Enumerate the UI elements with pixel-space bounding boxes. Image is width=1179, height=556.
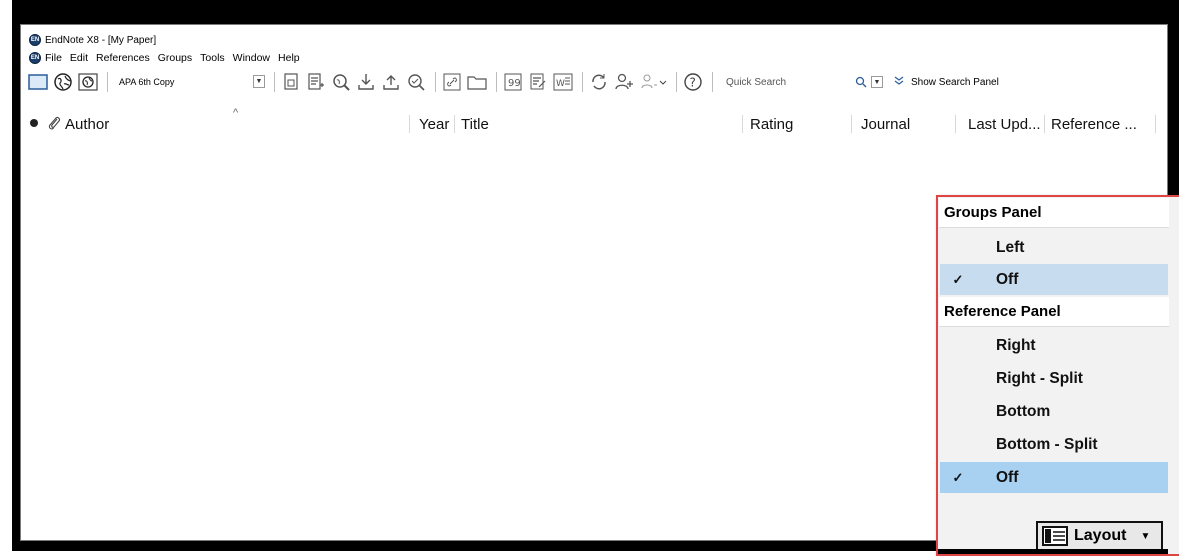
column-last-updated[interactable]: Last Upd... — [968, 116, 1041, 133]
reference-panel-right-option[interactable]: Right — [940, 330, 1168, 361]
menu-window[interactable]: Window — [233, 52, 270, 64]
toolbar-separator — [712, 72, 713, 92]
groups-panel-header: Groups Panel — [939, 198, 1169, 228]
menu-groups[interactable]: Groups — [158, 52, 192, 64]
column-journal[interactable]: Journal — [861, 116, 910, 133]
groups-panel-off-label: Off — [996, 270, 1019, 288]
export-icon[interactable] — [380, 71, 402, 93]
layout-button[interactable]: Layout ▼ — [1036, 521, 1163, 551]
local-library-mode-icon[interactable] — [27, 71, 49, 93]
menu-edit[interactable]: Edit — [70, 52, 88, 64]
sort-ascending-caret-icon: ^ — [233, 107, 239, 119]
endnote-app-icon: EN — [29, 34, 41, 46]
column-divider — [955, 115, 956, 133]
layout-panes-icon — [1042, 526, 1068, 546]
double-chevron-down-icon — [893, 76, 905, 89]
show-search-panel-button[interactable]: Show Search Panel — [893, 76, 999, 89]
column-divider — [851, 115, 852, 133]
reference-panel-bottom-label: Bottom — [996, 402, 1051, 420]
read-status-dot-icon[interactable] — [30, 119, 38, 127]
checkmark-icon: ✓ — [952, 469, 964, 485]
show-search-panel-label: Show Search Panel — [911, 76, 999, 88]
menu-bar: EN File Edit References Groups Tools Win… — [29, 51, 308, 65]
column-year[interactable]: Year — [419, 116, 449, 133]
column-divider — [1155, 115, 1156, 133]
reference-list-header: Author ^ Year Title Rating Journal Last … — [21, 107, 1167, 135]
svg-text:W: W — [556, 79, 565, 89]
return-to-word-icon[interactable]: W — [552, 71, 574, 93]
checkmark-icon: ✓ — [952, 271, 964, 287]
reference-panel-right-split-label: Right - Split — [996, 369, 1083, 387]
layout-bar-edge — [938, 549, 1168, 554]
toolbar-separator — [582, 72, 583, 92]
copy-formatted-icon[interactable] — [280, 71, 302, 93]
title-bar: EN EndNote X8 - [My Paper] — [29, 33, 156, 47]
layout-menu: Groups Panel Left ✓ Off Reference Panel … — [936, 195, 1179, 556]
open-link-icon[interactable] — [441, 71, 463, 93]
main-toolbar: APA 6th Copy ▼ 99 W ? Quick Search ▼ Sho… — [27, 69, 1163, 95]
reference-panel-header: Reference Panel — [939, 297, 1169, 327]
svg-text:?: ? — [690, 76, 696, 90]
menu-tools[interactable]: Tools — [200, 52, 225, 64]
groups-panel-left-option[interactable]: Left — [940, 232, 1168, 263]
attachment-paperclip-icon[interactable] — [47, 115, 61, 135]
toolbar-separator — [496, 72, 497, 92]
format-paper-icon[interactable] — [527, 71, 549, 93]
endnote-window: EN EndNote X8 - [My Paper] EN File Edit … — [20, 24, 1179, 556]
chevron-down-icon: ▼ — [1140, 530, 1151, 542]
column-author[interactable]: Author — [65, 116, 109, 133]
output-style-dropdown[interactable]: APA 6th Copy ▼ — [113, 72, 265, 92]
column-divider — [409, 115, 410, 133]
menu-file[interactable]: File — [45, 52, 62, 64]
layout-button-label: Layout — [1074, 527, 1127, 544]
menu-help[interactable]: Help — [278, 52, 300, 64]
search-options-chevron-icon[interactable]: ▼ — [871, 76, 883, 88]
column-title[interactable]: Title — [461, 116, 489, 133]
integrated-library-mode-icon[interactable] — [77, 71, 99, 93]
output-style-value: APA 6th Copy — [119, 77, 175, 87]
svg-text:99: 99 — [508, 78, 521, 89]
insert-citation-icon[interactable]: 99 — [502, 71, 524, 93]
search-icon[interactable] — [854, 71, 868, 93]
find-full-text-icon[interactable] — [405, 71, 427, 93]
share-library-icon[interactable] — [613, 71, 635, 93]
reference-panel-right-label: Right — [996, 336, 1036, 354]
reference-panel-off-label: Off — [996, 468, 1019, 486]
endnote-menu-icon[interactable]: EN — [29, 52, 41, 64]
insert-reference-icon[interactable] — [305, 71, 327, 93]
online-search-icon[interactable] — [330, 71, 352, 93]
toolbar-separator — [274, 72, 275, 92]
toolbar-separator — [676, 72, 677, 92]
shared-users-icon[interactable] — [638, 71, 668, 93]
sync-icon[interactable] — [588, 71, 610, 93]
groups-panel-left-label: Left — [996, 238, 1025, 256]
import-icon[interactable] — [355, 71, 377, 93]
reference-panel-bottom-option[interactable]: Bottom — [940, 396, 1168, 427]
open-file-icon[interactable] — [466, 71, 488, 93]
quick-search-input[interactable]: Quick Search — [722, 72, 852, 92]
online-search-mode-icon[interactable] — [52, 71, 74, 93]
column-divider — [1044, 115, 1045, 133]
groups-panel-off-option[interactable]: ✓ Off — [940, 264, 1168, 295]
column-divider — [454, 115, 455, 133]
reference-panel-right-split-option[interactable]: Right - Split — [940, 363, 1168, 394]
reference-panel-bottom-split-option[interactable]: Bottom - Split — [940, 429, 1168, 460]
column-divider — [742, 115, 743, 133]
chevron-down-icon[interactable]: ▼ — [253, 75, 265, 88]
window-title: EndNote X8 - [My Paper] — [45, 34, 157, 46]
screenshot-border-top — [12, 0, 1179, 24]
column-rating[interactable]: Rating — [750, 116, 793, 133]
reference-panel-bottom-split-label: Bottom - Split — [996, 435, 1098, 453]
column-reference-type[interactable]: Reference ... — [1051, 116, 1137, 133]
help-icon[interactable]: ? — [682, 71, 704, 93]
screenshot-border-left — [12, 0, 20, 551]
toolbar-separator — [107, 72, 108, 92]
toolbar-separator — [435, 72, 436, 92]
menu-references[interactable]: References — [96, 52, 150, 64]
reference-panel-off-option[interactable]: ✓ Off — [940, 462, 1168, 493]
